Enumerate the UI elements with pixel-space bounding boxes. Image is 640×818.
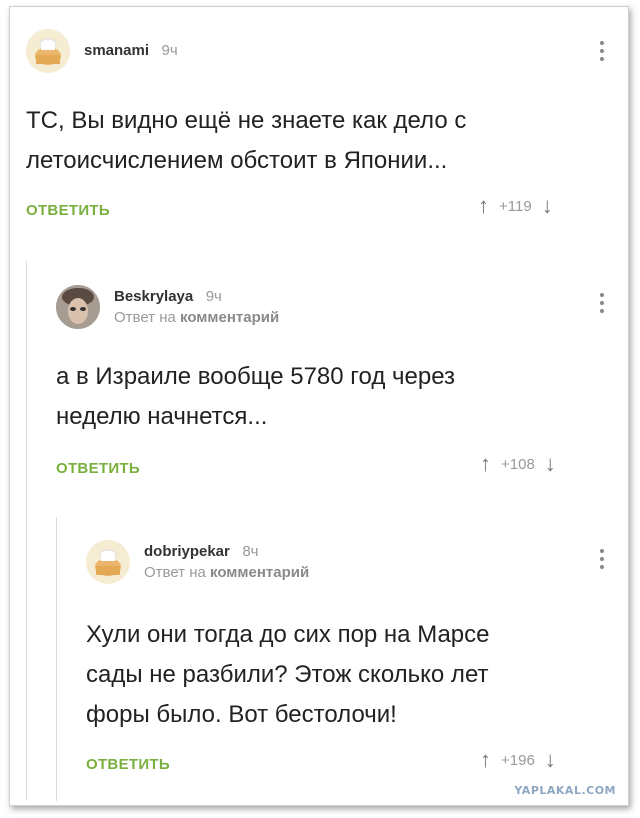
reply-prefix: Ответ на [144,564,206,581]
timestamp: 8ч [242,543,259,560]
score: +108 [501,455,535,473]
thread-line [26,261,27,801]
username[interactable]: dobriypekar [144,543,230,560]
vote-controls: ↑ +119 ↓ [478,195,553,217]
comment-text-line: а в Израиле вообще 5780 год через [56,363,456,390]
comment-header: Beskrylaya 9ч Ответ на комментарий [56,285,279,329]
vote-controls: ↑ +196 ↓ [480,749,556,771]
comment-meta: Beskrylaya 9ч Ответ на комментарий [114,288,279,326]
screenshot-frame: smanami 9ч ТС, Вы видно ещё не знаете ка… [9,6,629,806]
score: +196 [501,751,535,769]
thread-line [56,517,57,801]
reply-note: Ответ на комментарий [114,309,279,326]
timestamp: 9ч [161,42,178,59]
avatar[interactable] [86,540,130,584]
kebab-menu-icon[interactable] [599,41,605,61]
comment-header: smanami 9ч [26,29,178,73]
comment-header: dobriypekar 8ч Ответ на комментарий [86,540,309,584]
reply-button[interactable]: ОТВЕТИТЬ [86,756,170,773]
arrow-up-icon[interactable]: ↑ [478,195,489,217]
reply-target-link[interactable]: комментарий [210,564,309,581]
reply-button[interactable]: ОТВЕТИТЬ [26,202,110,219]
arrow-down-icon[interactable]: ↓ [542,195,553,217]
timestamp: 9ч [205,288,222,305]
vote-controls: ↑ +108 ↓ [480,453,556,475]
comment-text: а в Израиле вообще 5780 год через неделю… [56,357,606,437]
comment-text-line: Хули они тогда до сих пор на Марсе [86,621,490,648]
username[interactable]: Beskrylaya [114,288,193,305]
arrow-down-icon[interactable]: ↓ [545,749,556,771]
comment-text: Хули они тогда до сих пор на Марсе сады … [86,615,606,735]
score: +119 [499,197,532,215]
watermark: YAPLAKAL.COM [514,784,616,797]
reply-prefix: Ответ на [114,309,176,326]
comment-text-line: форы было. Вот бестолочи! [86,701,397,728]
comment-text-line: неделю начнется... [56,403,268,430]
kebab-menu-icon[interactable] [599,549,605,569]
reply-button[interactable]: ОТВЕТИТЬ [56,460,140,477]
reply-target-link[interactable]: комментарий [180,309,279,326]
comment-text-line: ТС, Вы видно ещё не знаете как дело с [26,107,467,134]
comment-meta: dobriypekar 8ч Ответ на комментарий [144,543,309,581]
username[interactable]: smanami [84,42,149,59]
arrow-up-icon[interactable]: ↑ [480,749,491,771]
arrow-down-icon[interactable]: ↓ [545,453,556,475]
avatar[interactable] [56,285,100,329]
arrow-up-icon[interactable]: ↑ [480,453,491,475]
comment-text-line: сады не разбили? Этож сколько лет [86,661,489,688]
comment-text-line: летоисчислением обстоит в Японии... [26,147,448,174]
reply-note: Ответ на комментарий [144,564,309,581]
comment-text: ТС, Вы видно ещё не знаете как дело с ле… [26,101,606,181]
kebab-menu-icon[interactable] [599,293,605,313]
avatar[interactable] [26,29,70,73]
comment-meta: smanami 9ч [84,42,178,60]
